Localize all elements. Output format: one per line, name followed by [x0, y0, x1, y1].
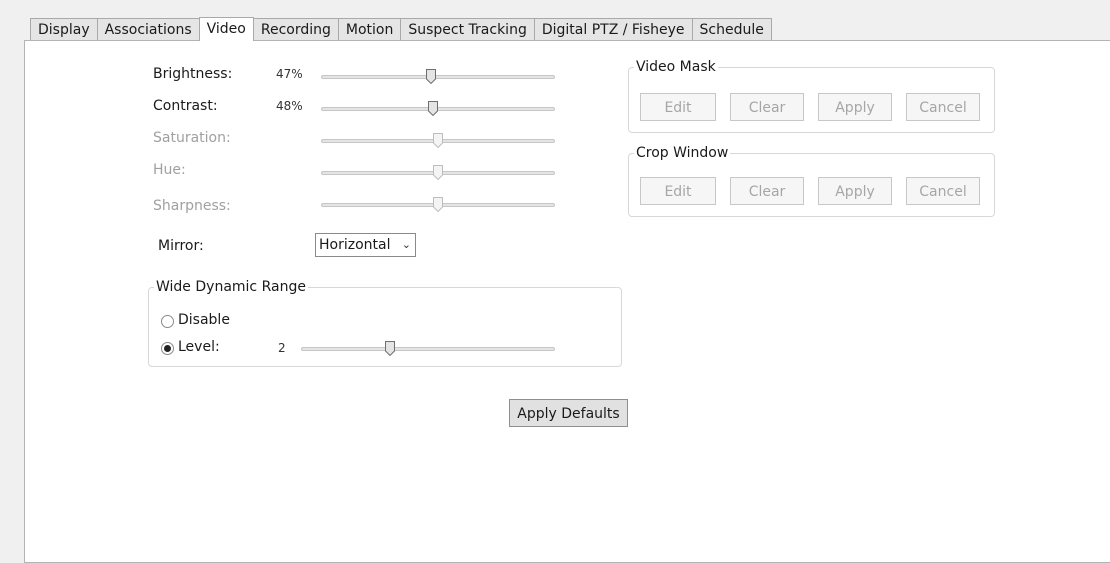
wdr-level-slider-thumb[interactable]: [385, 341, 396, 356]
tab-recording[interactable]: Recording: [252, 18, 339, 40]
hue-slider: [321, 165, 555, 180]
tab-schedule[interactable]: Schedule: [691, 18, 772, 40]
brightness-slider[interactable]: [321, 69, 555, 84]
brightness-slider-thumb[interactable]: [426, 69, 437, 84]
tab-display[interactable]: Display: [30, 18, 98, 40]
crop-window-title: Crop Window: [636, 145, 729, 161]
crop-window-edit-button[interactable]: Edit: [640, 177, 716, 205]
sharpness-slider: [321, 197, 555, 212]
mirror-label: Mirror:: [158, 238, 204, 254]
saturation-label: Saturation:: [153, 130, 231, 146]
video-mask-title: Video Mask: [636, 59, 716, 75]
tab-digital-ptz-fisheye[interactable]: Digital PTZ / Fisheye: [533, 18, 693, 40]
brightness-label: Brightness:: [153, 66, 233, 82]
saturation-slider-thumb: [433, 133, 443, 148]
apply-defaults-button[interactable]: Apply Defaults: [509, 399, 628, 427]
contrast-value: 48%: [276, 99, 303, 113]
tab-strip: Display Associations Video Recording Mot…: [30, 17, 772, 41]
wdr-level-label: Level:: [178, 339, 220, 355]
video-settings-panel: Brightness: 47% Contrast: 48% Saturation…: [24, 40, 1110, 563]
tab-suspect-tracking[interactable]: Suspect Tracking: [400, 18, 535, 40]
tab-associations[interactable]: Associations: [96, 18, 200, 40]
crop-window-cancel-button[interactable]: Cancel: [906, 177, 980, 205]
contrast-label: Contrast:: [153, 98, 218, 114]
mirror-select[interactable]: Horizontal ⌄: [315, 233, 416, 257]
tab-motion[interactable]: Motion: [337, 18, 402, 40]
contrast-slider-thumb[interactable]: [428, 101, 439, 116]
wdr-level-slider[interactable]: [301, 341, 555, 356]
video-mask-apply-button[interactable]: Apply: [818, 93, 892, 121]
brightness-value: 47%: [276, 67, 303, 81]
chevron-down-icon: ⌄: [401, 238, 411, 251]
crop-window-apply-button[interactable]: Apply: [818, 177, 892, 205]
hue-label: Hue:: [153, 162, 186, 178]
wdr-disable-radio[interactable]: [161, 315, 174, 328]
video-mask-clear-button[interactable]: Clear: [730, 93, 804, 121]
sharpness-label: Sharpness:: [153, 198, 231, 214]
crop-window-clear-button[interactable]: Clear: [730, 177, 804, 205]
wdr-disable-label: Disable: [178, 312, 230, 328]
wdr-title: Wide Dynamic Range: [156, 279, 306, 295]
sharpness-slider-thumb: [433, 197, 443, 212]
saturation-slider: [321, 133, 555, 148]
wdr-level-radio[interactable]: [161, 342, 174, 355]
wdr-level-value: 2: [278, 341, 286, 355]
mirror-selected-value: Horizontal: [319, 237, 391, 253]
hue-slider-thumb: [433, 165, 443, 180]
radio-selected-dot: [164, 345, 171, 352]
video-mask-edit-button[interactable]: Edit: [640, 93, 716, 121]
tab-video[interactable]: Video: [198, 17, 254, 41]
video-mask-cancel-button[interactable]: Cancel: [906, 93, 980, 121]
contrast-slider[interactable]: [321, 101, 555, 116]
